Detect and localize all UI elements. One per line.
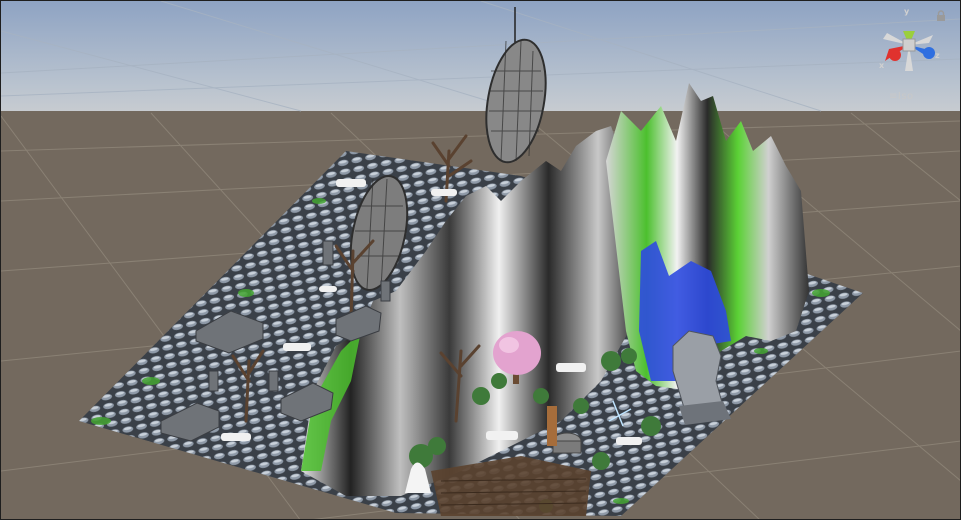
gizmo-x-label: x bbox=[879, 61, 885, 70]
gizmo-y-label: y bbox=[904, 7, 910, 16]
projection-toggle-label[interactable]: ≡Iso bbox=[889, 91, 914, 102]
skybox bbox=[1, 1, 960, 113]
gizmo-z-label: z bbox=[935, 51, 940, 60]
scene-canvas[interactable] bbox=[1, 1, 961, 520]
gizmo-center[interactable] bbox=[902, 38, 916, 52]
scene-view-viewport[interactable]: y x z ≡Iso bbox=[0, 0, 961, 520]
lock-icon[interactable] bbox=[935, 7, 947, 21]
